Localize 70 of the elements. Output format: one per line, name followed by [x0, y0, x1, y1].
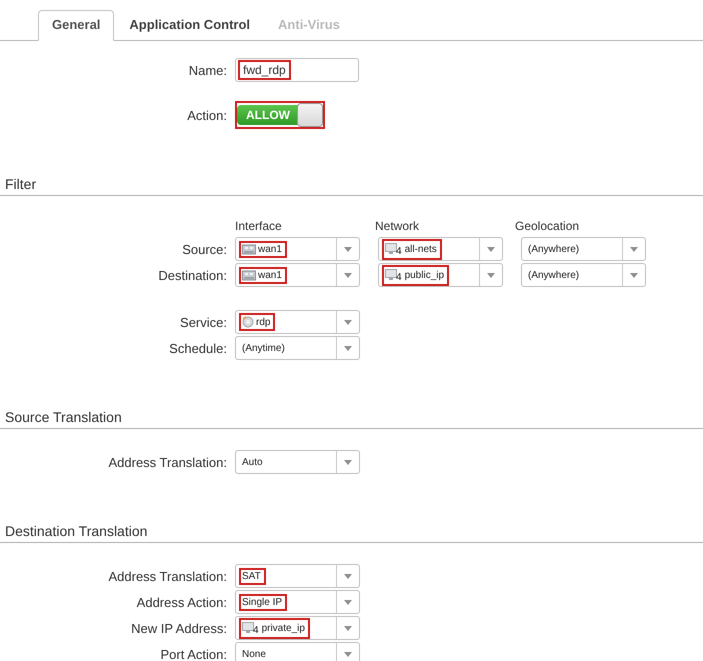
name-field[interactable]: fwd_rdp [235, 58, 359, 82]
dropdown-value: (Anywhere) [528, 244, 580, 254]
field-value: fwd_rdp [238, 60, 291, 80]
caret-icon [487, 246, 495, 252]
caret-icon [344, 626, 352, 630]
field-label: Address Translation: [107, 454, 227, 470]
tab-label[interactable]: Application Control [116, 10, 264, 40]
field-label: New IP Address: [130, 620, 227, 636]
dropdown[interactable]: (Anywhere) [521, 263, 646, 287]
dropdown[interactable]: wan1 [235, 263, 360, 287]
field-label: Service: [179, 314, 227, 330]
network-card-icon [242, 244, 256, 254]
monitor-icon [385, 243, 397, 255]
dropdown-value: public_ip [404, 270, 444, 280]
dropdown[interactable]: 4 public_ip [378, 263, 503, 287]
dropdown-value: Single IP [242, 596, 282, 608]
dropdown-value: wan1 [258, 244, 282, 254]
dropdown-value: rdp [256, 316, 270, 328]
section-title: Source Translation [0, 409, 703, 429]
dropdown-value: None [242, 648, 266, 660]
field-label: Destination: [157, 268, 227, 282]
caret-icon [630, 272, 638, 278]
dropdown-value: wan1 [258, 270, 282, 280]
dropdown-value: all-nets [404, 244, 437, 254]
caret-icon [344, 346, 352, 350]
field-label: Schedule: [168, 340, 227, 356]
caret-icon [344, 246, 352, 252]
dropdown[interactable]: (Anywhere) [521, 237, 646, 261]
caret-icon [344, 574, 352, 578]
caret-icon [344, 460, 352, 464]
network-card-icon [242, 270, 256, 280]
dropdown[interactable]: 4 all-nets [378, 237, 503, 261]
dropdown-value: (Anywhere) [528, 270, 580, 280]
tab[interactable]: General [38, 10, 114, 41]
dropdown[interactable]: (Anytime) [235, 336, 360, 360]
dropdown[interactable]: Auto [235, 450, 360, 474]
monitor-icon [242, 622, 254, 634]
dropdown[interactable]: SAT [235, 564, 360, 588]
ip-version-label: 4 [396, 272, 402, 282]
ip-version-label: 4 [253, 624, 259, 636]
caret-icon [630, 246, 638, 252]
dropdown[interactable]: None [235, 642, 360, 661]
dropdown[interactable]: wan1 [235, 237, 360, 261]
dropdown-value: Auto [242, 456, 263, 468]
section-title: Destination Translation [0, 523, 703, 543]
caret-icon [344, 652, 352, 656]
column-header: Interface [235, 219, 283, 233]
column-header: Geolocation [515, 219, 580, 233]
gear-icon [242, 316, 254, 328]
field-label: Name: [188, 62, 227, 78]
dropdown[interactable]: 4 private_ip [235, 616, 360, 640]
field-label: Source: [181, 242, 227, 256]
caret-icon [344, 272, 352, 278]
monitor-icon [385, 269, 397, 281]
dropdown-value: (Anytime) [242, 342, 285, 354]
dropdown[interactable]: rdp [235, 310, 360, 334]
field-label: Action: [186, 108, 227, 122]
dropdown-value: private_ip [262, 622, 305, 634]
tab-label: Anti-Virus [277, 16, 341, 34]
column-header: Network [375, 219, 420, 233]
caret-icon [344, 600, 352, 604]
field-label: Address Translation: [107, 568, 227, 584]
section-title: Filter [0, 176, 703, 196]
ip-version-label: 4 [396, 246, 402, 256]
caret-icon [487, 272, 495, 278]
field-label: Address Action: [136, 594, 227, 610]
dropdown[interactable]: Single IP [235, 590, 360, 614]
caret-icon [344, 320, 352, 324]
dropdown-value: SAT [242, 570, 261, 582]
field-label: Port Action: [160, 646, 227, 661]
